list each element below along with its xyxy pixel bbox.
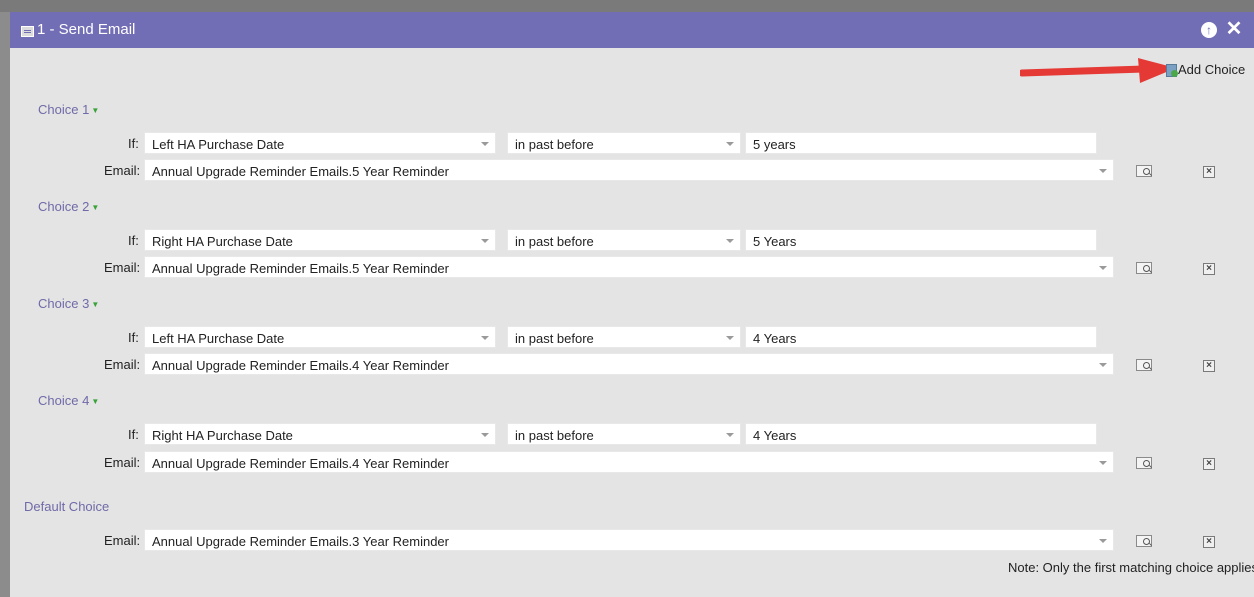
background-strip [0, 0, 1254, 12]
delete-icon[interactable]: × [1203, 360, 1215, 372]
choice-heading[interactable]: Choice 2 ▼ [38, 199, 99, 214]
panel-titlebar: 1 - Send Email ↑ ✕ [10, 12, 1254, 48]
if-label: If: [128, 427, 139, 442]
field-select[interactable]: Left HA Purchase Date [144, 326, 496, 348]
add-choice-label: Add Choice [1178, 62, 1246, 77]
chevron-down-icon [726, 336, 734, 340]
choice-heading[interactable]: Choice 1 ▼ [38, 102, 99, 117]
chevron-down-icon [726, 433, 734, 437]
field-select[interactable]: Right HA Purchase Date [144, 229, 496, 251]
chevron-down-icon [726, 142, 734, 146]
delete-icon[interactable]: × [1203, 166, 1215, 178]
operator-select[interactable]: in past before [507, 326, 741, 348]
preview-icon[interactable] [1136, 165, 1152, 177]
email-label: Email: [104, 533, 141, 548]
chevron-down-icon [481, 239, 489, 243]
if-label: If: [128, 233, 139, 248]
value-input[interactable]: 5 Years [745, 229, 1097, 251]
expand-triangle-icon: ▼ [91, 106, 100, 115]
delete-icon[interactable]: × [1203, 458, 1215, 470]
choice-heading[interactable]: Choice 4 ▼ [38, 393, 99, 408]
expand-triangle-icon: ▼ [91, 203, 100, 212]
chevron-down-icon [481, 433, 489, 437]
value-input[interactable]: 5 years [745, 132, 1097, 154]
chevron-down-icon [1099, 266, 1107, 270]
chevron-down-icon [726, 239, 734, 243]
chevron-down-icon [1099, 461, 1107, 465]
if-label: If: [128, 136, 139, 151]
email-label: Email: [104, 455, 141, 470]
chevron-down-icon [481, 336, 489, 340]
if-label: If: [128, 330, 139, 345]
field-select[interactable]: Right HA Purchase Date [144, 423, 496, 445]
chevron-down-icon [1099, 363, 1107, 367]
email-label: Email: [104, 357, 141, 372]
preview-icon[interactable] [1136, 457, 1152, 469]
panel-title: 1 - Send Email [37, 21, 136, 38]
operator-select[interactable]: in past before [507, 423, 741, 445]
choice-heading[interactable]: Choice 3 ▼ [38, 296, 99, 311]
chevron-down-icon [1099, 539, 1107, 543]
operator-select[interactable]: in past before [507, 229, 741, 251]
expand-triangle-icon: ▼ [91, 300, 100, 309]
delete-icon[interactable]: × [1203, 263, 1215, 275]
default-email-select[interactable]: Annual Upgrade Reminder Emails.3 Year Re… [144, 529, 1114, 551]
field-select[interactable]: Left HA Purchase Date [144, 132, 496, 154]
expand-triangle-icon: ▼ [91, 397, 100, 406]
value-input[interactable]: 4 Years [745, 423, 1097, 445]
email-label: Email: [104, 260, 141, 275]
send-email-panel: 1 - Send Email ↑ ✕ Add Choice Choice 1 ▼ … [10, 12, 1254, 597]
chevron-down-icon [481, 142, 489, 146]
email-flow-icon [21, 26, 34, 37]
add-choice-icon [1166, 64, 1178, 77]
arrow-up-circle-icon[interactable]: ↑ [1201, 22, 1217, 38]
delete-icon[interactable]: × [1203, 536, 1215, 548]
value-input[interactable]: 4 Years [745, 326, 1097, 348]
email-select[interactable]: Annual Upgrade Reminder Emails.5 Year Re… [144, 256, 1114, 278]
email-select[interactable]: Annual Upgrade Reminder Emails.4 Year Re… [144, 353, 1114, 375]
chevron-down-icon [1099, 169, 1107, 173]
preview-icon[interactable] [1136, 535, 1152, 547]
close-icon[interactable]: ✕ [1225, 18, 1243, 40]
email-label: Email: [104, 163, 141, 178]
operator-select[interactable]: in past before [507, 132, 741, 154]
preview-icon[interactable] [1136, 262, 1152, 274]
matching-note: Note: Only the first matching choice app… [1008, 560, 1254, 575]
email-select[interactable]: Annual Upgrade Reminder Emails.5 Year Re… [144, 159, 1114, 181]
email-select[interactable]: Annual Upgrade Reminder Emails.4 Year Re… [144, 451, 1114, 473]
default-choice-heading: Default Choice [24, 499, 110, 514]
preview-icon[interactable] [1136, 359, 1152, 371]
annotation-arrow [1020, 58, 1176, 83]
